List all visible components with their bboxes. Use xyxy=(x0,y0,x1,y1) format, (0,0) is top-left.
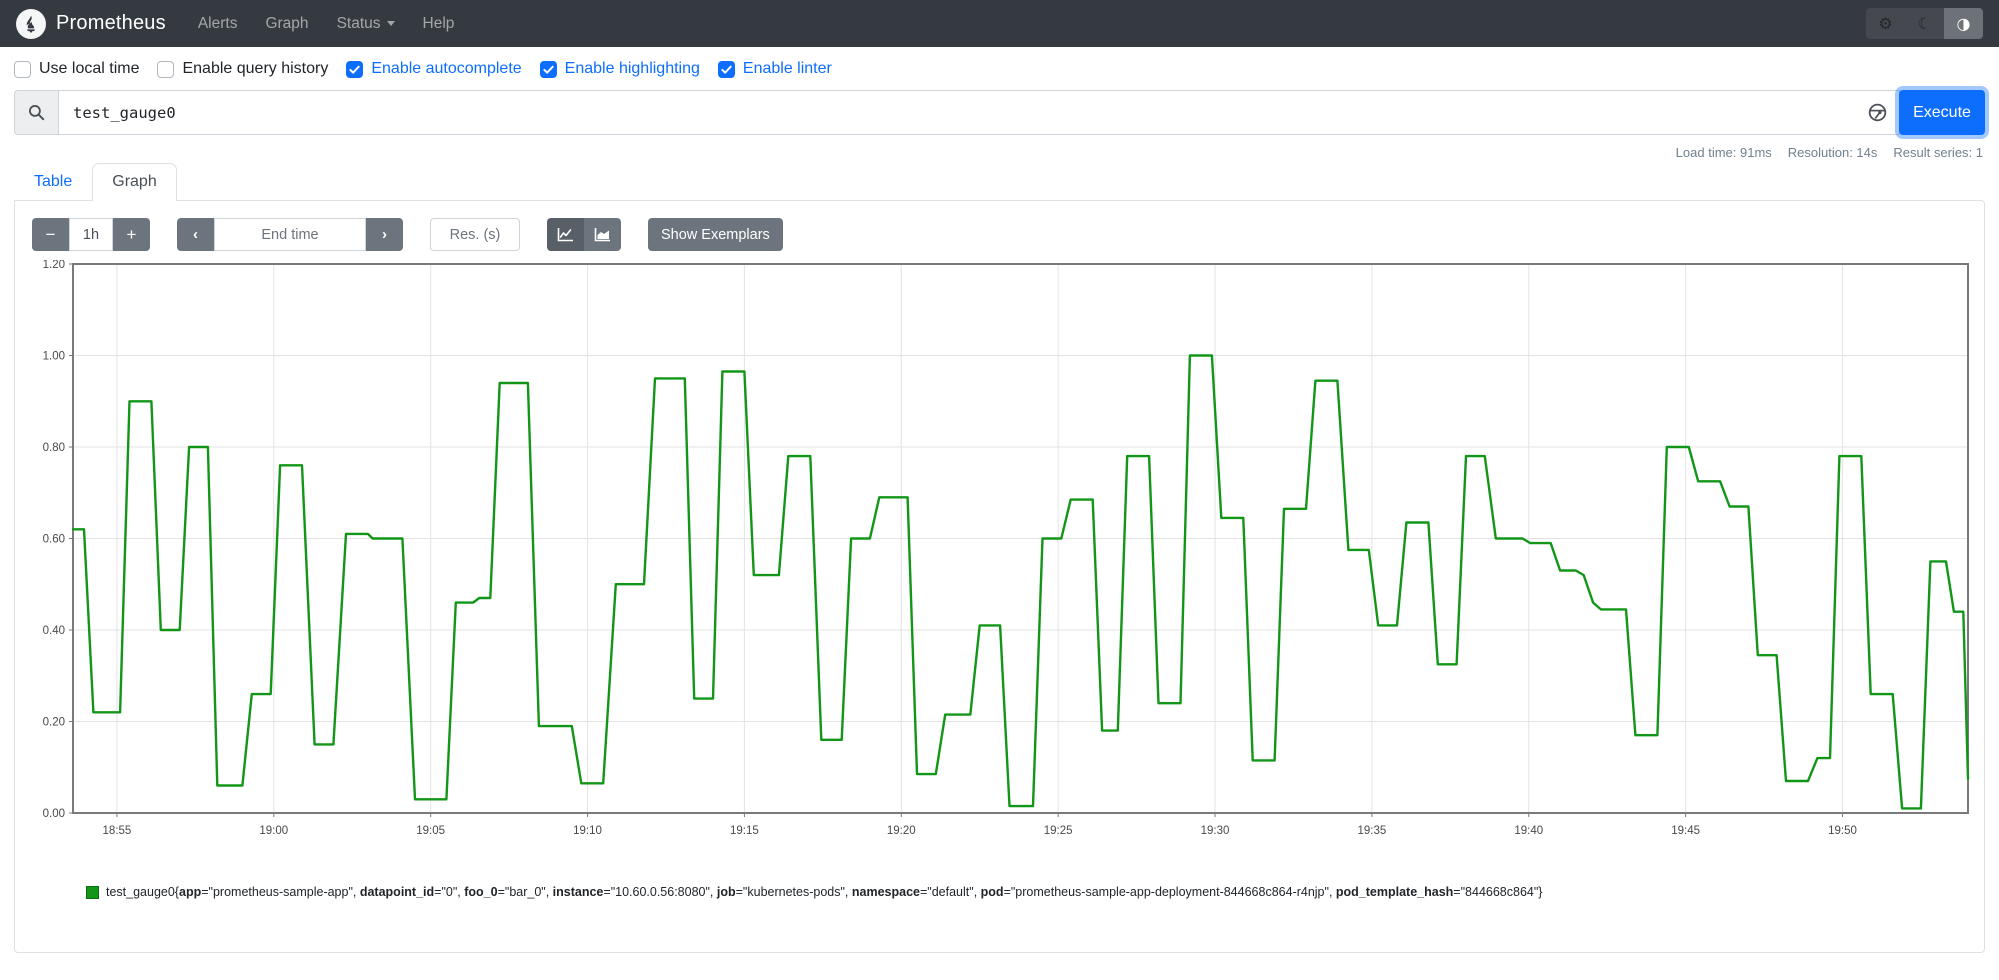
series-line-test-gauge0 xyxy=(71,354,1970,810)
graph-controls: − + ‹ › Show Exemplars xyxy=(15,201,1984,251)
app-title: Prometheus xyxy=(56,12,166,34)
stat-load-time: Load time: 91ms xyxy=(1675,145,1772,160)
tab-graph[interactable]: Graph xyxy=(92,163,177,201)
x-axis-label: 19:00 xyxy=(259,825,288,837)
settings-button[interactable]: ⚙ xyxy=(1866,8,1905,39)
range-decrease-button[interactable]: − xyxy=(32,218,69,251)
auto-contrast-icon: ◑ xyxy=(1956,14,1971,33)
x-axis-label: 19:15 xyxy=(730,825,759,837)
range-control: − + xyxy=(32,218,150,251)
range-input[interactable] xyxy=(69,218,113,251)
y-axis-label: 1.00 xyxy=(43,351,65,363)
y-axis-label: 0.00 xyxy=(43,808,65,820)
line-chart-icon xyxy=(557,228,573,242)
x-axis-label: 18:55 xyxy=(103,825,132,837)
checked-checkbox-icon xyxy=(346,60,364,78)
chevron-down-icon xyxy=(386,21,395,26)
search-icon xyxy=(29,105,45,121)
stacked-chart-toggle[interactable] xyxy=(584,218,621,251)
x-axis-label: 19:20 xyxy=(887,825,916,837)
y-axis-label: 0.40 xyxy=(43,625,65,637)
x-axis-label: 19:05 xyxy=(416,825,445,837)
y-axis-label: 1.20 xyxy=(43,260,65,271)
y-axis-label: 0.20 xyxy=(43,717,65,729)
checked-checkbox-icon xyxy=(717,60,735,78)
time-series-chart[interactable]: 0.00 0.20 0.40 0.60 0.80 1.00 1.20 18:55 19:00 19… xyxy=(29,259,1970,852)
settings-row: Use local time Enable query history Enable… xyxy=(0,47,1999,90)
prometheus-logo-icon xyxy=(16,8,46,39)
dark-mode-button[interactable]: ☾ xyxy=(1905,8,1944,39)
end-time-control: ‹ › xyxy=(177,218,403,251)
end-time-back-button[interactable]: ‹ xyxy=(177,218,214,251)
execute-button[interactable]: Execute xyxy=(1899,90,1985,135)
view-tabs: Table Graph xyxy=(0,163,1999,201)
nav-item-graph[interactable]: Graph xyxy=(251,15,322,33)
stacked-chart-icon xyxy=(594,228,610,242)
x-axis-label: 19:30 xyxy=(1201,825,1230,837)
auto-contrast-button[interactable]: ◑ xyxy=(1944,8,1983,39)
nav-item-help[interactable]: Help xyxy=(409,15,469,33)
x-axis-label: 19:10 xyxy=(573,825,602,837)
checkbox-enable-linter[interactable]: Enable linter xyxy=(717,60,832,78)
legend-item[interactable]: test_gauge0{app="prometheus-sample-app",… xyxy=(86,885,1984,899)
checkbox-enable-highlighting[interactable]: Enable highlighting xyxy=(539,60,700,78)
settings-icon: ⚙ xyxy=(1878,14,1893,33)
globe-icon xyxy=(1868,103,1887,122)
search-addon xyxy=(14,90,58,135)
stat-result-series: Result series: 1 xyxy=(1893,145,1983,160)
show-exemplars-button[interactable]: Show Exemplars xyxy=(648,218,783,251)
query-stats: Load time: 91ms Resolution: 14s Result s… xyxy=(0,135,1999,163)
range-increase-button[interactable]: + xyxy=(113,218,150,251)
navbar: Prometheus Alerts Graph Status Help ⚙ ☾ ◑ xyxy=(0,0,1999,47)
checkbox-enable-autocomplete[interactable]: Enable autocomplete xyxy=(346,60,522,78)
x-axis-label: 19:45 xyxy=(1671,825,1700,837)
end-time-forward-button[interactable]: › xyxy=(366,218,403,251)
y-axis-label: 0.80 xyxy=(43,442,65,454)
legend-swatch xyxy=(86,885,99,899)
line-chart-toggle[interactable] xyxy=(547,218,584,251)
chart-type-toggle xyxy=(547,218,621,251)
x-axis-label: 19:50 xyxy=(1828,825,1857,837)
metrics-explorer-button[interactable] xyxy=(1856,90,1900,135)
checkbox-use-local-time[interactable]: Use local time xyxy=(14,60,139,78)
tab-table[interactable]: Table xyxy=(14,163,92,200)
chart-container: 0.00 0.20 0.40 0.60 0.80 1.00 1.20 18:55 19:00 19… xyxy=(15,251,1984,857)
dark-mode-icon: ☾ xyxy=(1917,14,1932,33)
graph-panel: − + ‹ › Show Exemplars 0.000.200.400.600… xyxy=(14,200,1985,953)
main-nav: Alerts Graph Status Help xyxy=(184,15,469,33)
navbar-brand[interactable]: Prometheus xyxy=(16,8,166,39)
end-time-input[interactable] xyxy=(214,218,366,251)
unchecked-checkbox-icon xyxy=(157,60,175,78)
x-axis-label: 19:35 xyxy=(1358,825,1387,837)
x-axis-label: 19:25 xyxy=(1044,825,1073,837)
nav-item-status[interactable]: Status xyxy=(323,15,409,33)
query-bar: Execute xyxy=(0,90,1999,135)
y-axis-label: 0.60 xyxy=(43,534,65,546)
checked-checkbox-icon xyxy=(539,60,557,78)
stat-resolution: Resolution: 14s xyxy=(1787,145,1878,160)
x-axis-label: 19:40 xyxy=(1514,825,1543,837)
checkbox-enable-query-history[interactable]: Enable query history xyxy=(157,60,328,78)
legend-text: test_gauge0{app="prometheus-sample-app",… xyxy=(106,885,1543,899)
resolution-input[interactable] xyxy=(430,218,520,251)
nav-item-alerts[interactable]: Alerts xyxy=(184,15,252,33)
theme-toggle-group: ⚙ ☾ ◑ xyxy=(1866,8,1983,39)
query-input[interactable] xyxy=(58,90,1856,135)
unchecked-checkbox-icon xyxy=(14,60,31,78)
